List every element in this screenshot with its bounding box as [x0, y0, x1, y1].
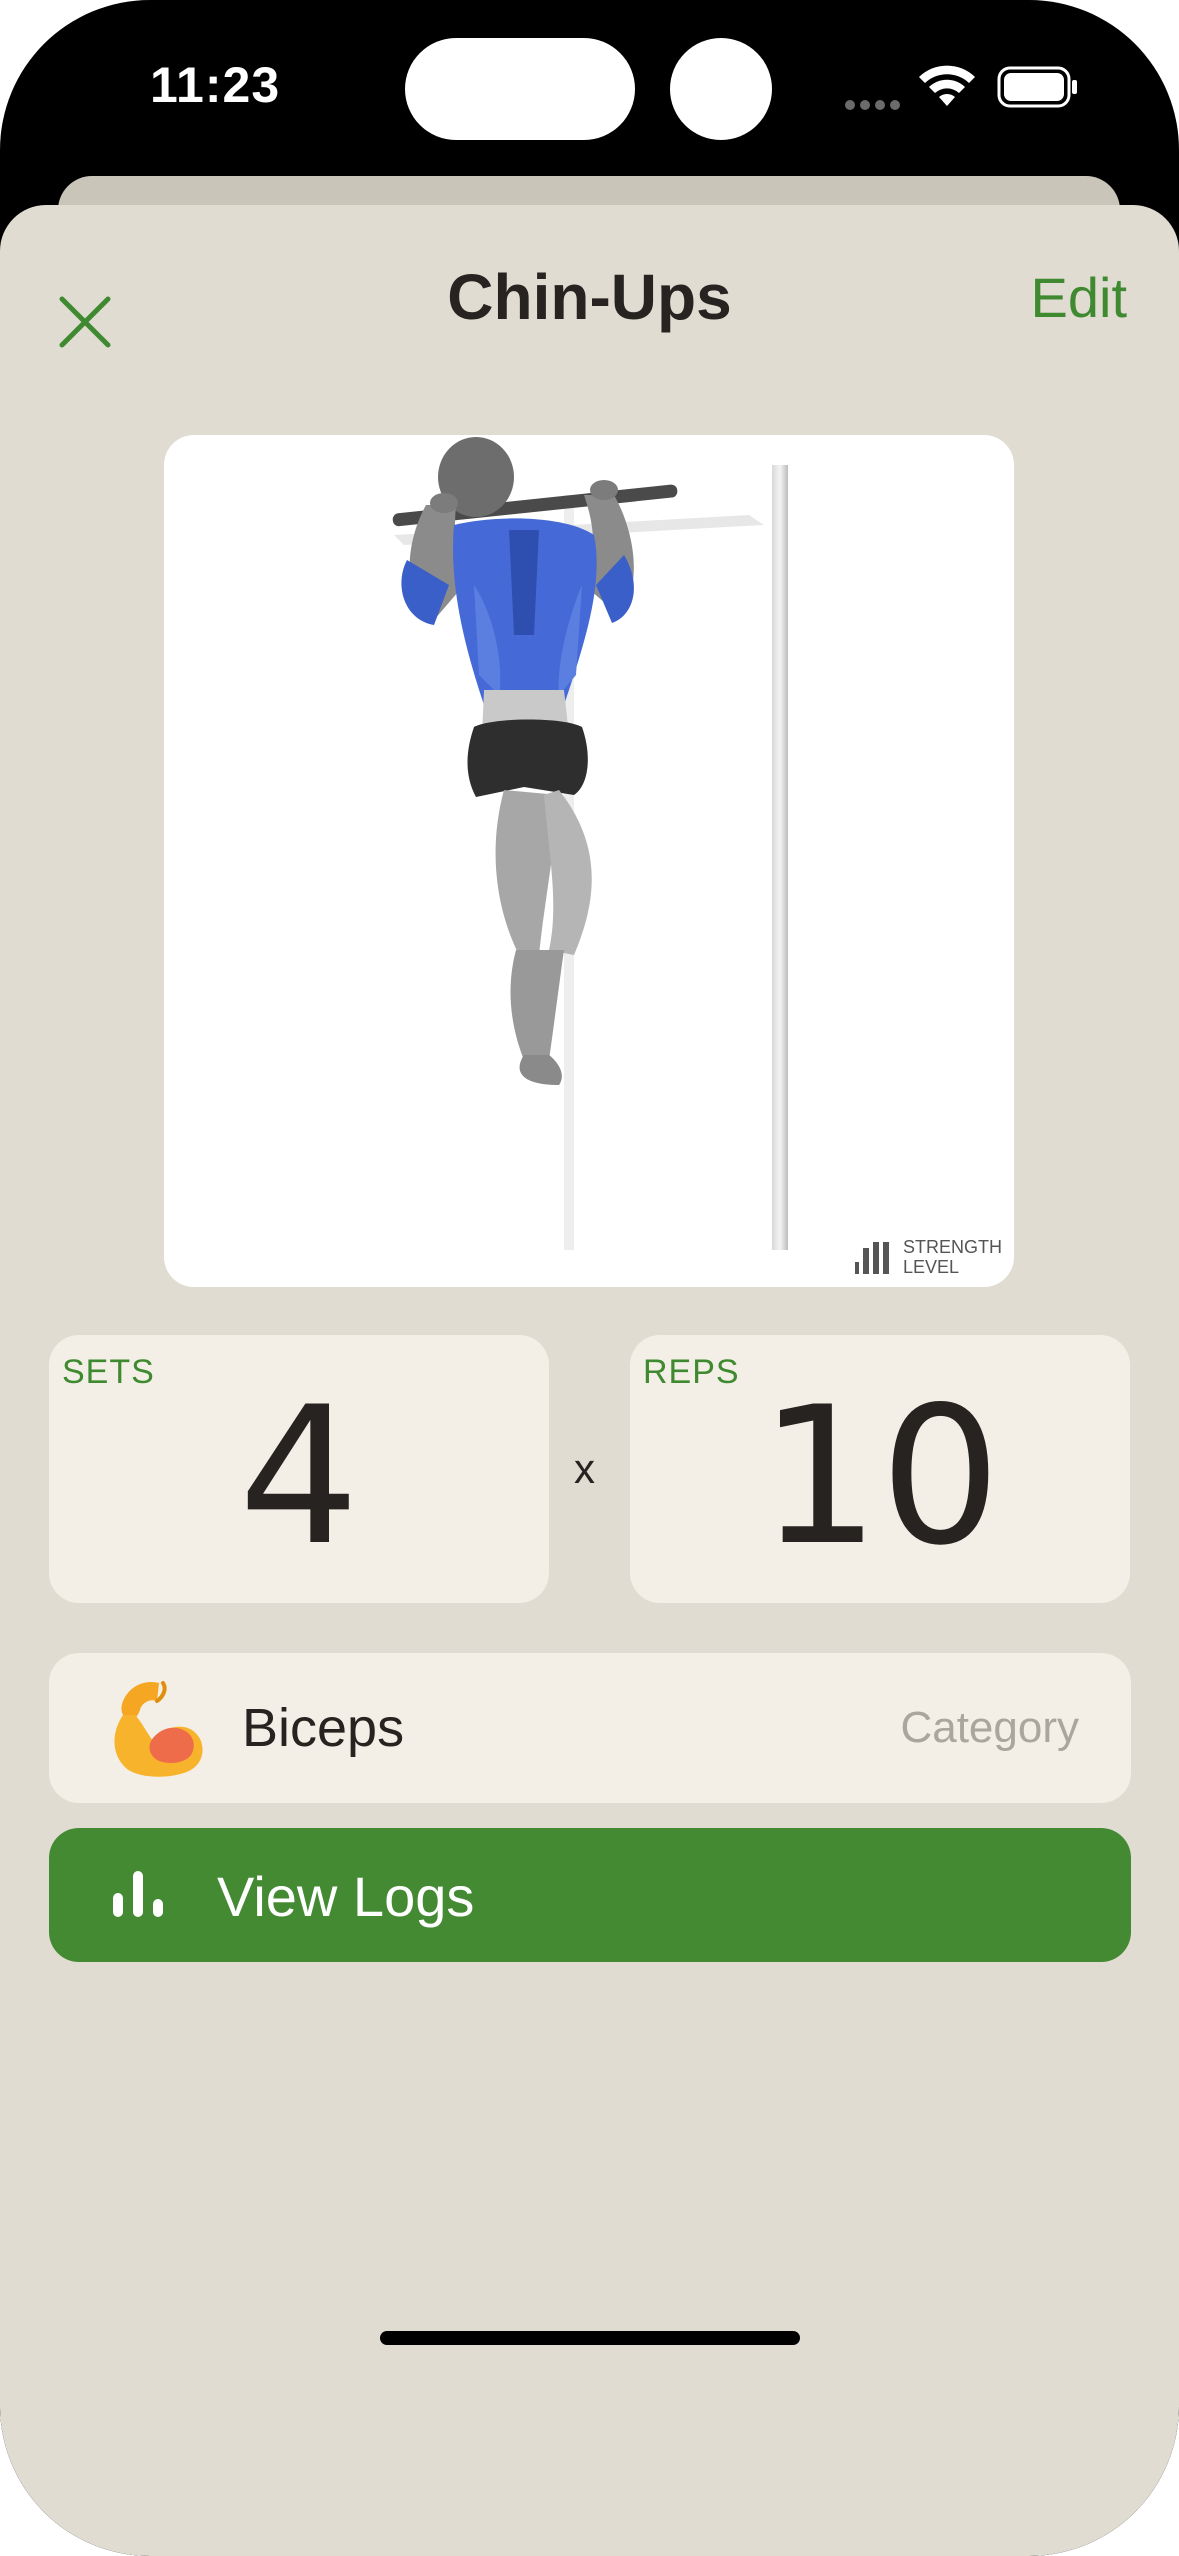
exercise-image: STRENGTH LEVEL — [164, 435, 1014, 1287]
multiplier-sign: x — [574, 1445, 595, 1492]
bar-chart-icon — [113, 1871, 163, 1917]
phone-screen: 11:23 Chin-Ups Edit STRENGTH LEVEL SETS … — [0, 0, 1179, 2556]
dynamic-island — [405, 38, 635, 140]
battery-icon — [997, 66, 1077, 108]
home-indicator[interactable] — [380, 2331, 800, 2345]
watermark-line-2: LEVEL — [903, 1257, 960, 1277]
strength-level-watermark: STRENGTH LEVEL — [853, 1237, 1002, 1277]
camera-cutout — [670, 38, 772, 140]
view-logs-button[interactable]: View Logs — [49, 1828, 1131, 1962]
strength-level-logo-icon — [855, 1242, 889, 1274]
edit-button[interactable]: Edit — [1031, 265, 1128, 330]
chin-up-illustration — [392, 437, 788, 1250]
view-logs-label: View Logs — [217, 1865, 475, 1928]
category-hint: Category — [900, 1703, 1079, 1752]
reps-value: 10 — [759, 1366, 1001, 1587]
page-title: Chin-Ups — [447, 261, 732, 333]
sets-value: 4 — [238, 1366, 360, 1587]
reps-card[interactable]: REPS 10 — [630, 1335, 1130, 1603]
category-row[interactable]: Biceps Category — [49, 1653, 1131, 1803]
category-name: Biceps — [242, 1698, 405, 1758]
wifi-icon — [919, 65, 975, 106]
cellular-signal-icon — [845, 97, 905, 115]
watermark-line-1: STRENGTH — [903, 1237, 1002, 1257]
flexed-biceps-icon — [114, 1681, 203, 1777]
status-time: 11:23 — [150, 57, 281, 113]
sets-card[interactable]: SETS 4 — [49, 1335, 549, 1603]
exercise-sheet: Chin-Ups Edit STRENGTH LEVEL SETS 4 x RE… — [0, 205, 1179, 2556]
